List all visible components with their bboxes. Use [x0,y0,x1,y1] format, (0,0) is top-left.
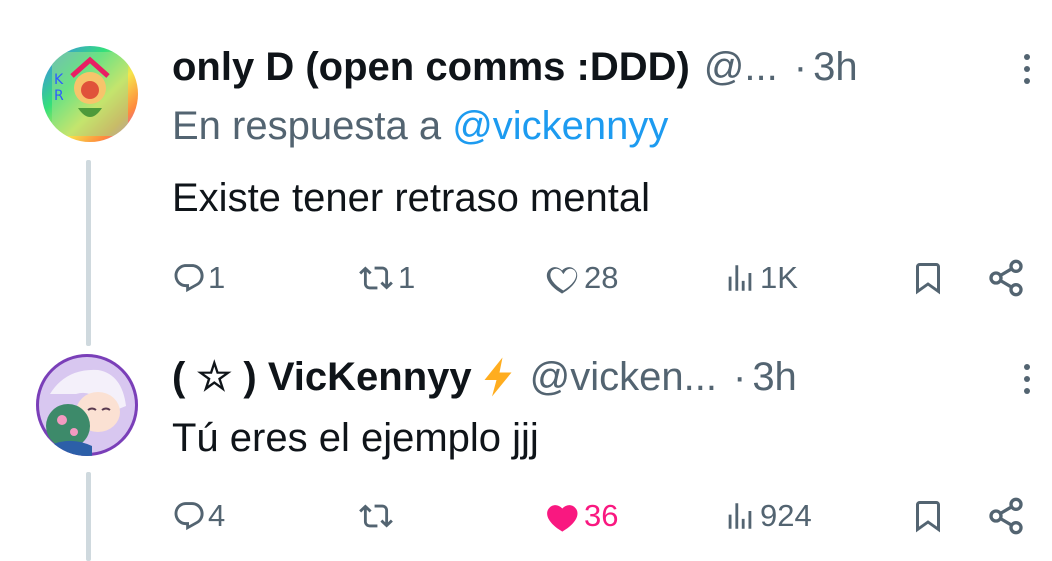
handle[interactable]: @vicken... [530,355,717,400]
bookmark-icon [916,501,940,533]
bookmark-button[interactable] [910,256,946,300]
views-chart-icon [728,265,752,291]
reply-to-mention[interactable]: @vickennyy [452,104,668,148]
avatar[interactable]: K R [42,46,138,142]
like-count: 28 [584,260,619,295]
tweet-text: Existe tener retraso mental [172,176,650,220]
timestamp[interactable]: 3h [813,45,858,90]
joker-card-avatar-icon: K R [42,46,138,142]
share-button[interactable] [986,256,1026,300]
display-name[interactable]: only D (open comms :DDD) [172,45,690,90]
bookmark-icon [916,263,940,295]
action-bar: 1 1 28 1K [0,256,1052,300]
reply-button[interactable]: 4 [172,494,225,538]
like-count: 36 [584,498,619,533]
tweet-1[interactable]: K R only D (open comms :DDD) @... · 3h E… [0,0,1052,330]
tweet-header: only D (open comms :DDD) @... · 3h [172,42,1032,92]
avatar[interactable] [36,354,138,456]
views-count: 1K [760,260,798,295]
like-button[interactable]: 28 [546,256,618,300]
svg-text:K: K [54,72,64,88]
repost-icon [359,266,393,290]
tweet-text: Tú eres el ejemplo jjj [172,416,539,460]
repost-button[interactable] [356,494,398,538]
reply-context: En respuesta a @vickennyy [172,104,668,149]
svg-text:R: R [54,88,64,104]
reply-icon [174,264,204,293]
action-bar: 4 36 924 [0,494,1052,538]
heart-filled-icon [547,505,578,532]
more-options-icon[interactable] [1022,54,1032,84]
repost-icon [359,504,393,528]
views-button[interactable]: 1K [722,256,798,300]
heart-icon [546,267,578,294]
repost-count: 1 [398,260,416,295]
views-count: 924 [760,498,812,533]
lightning-bolt-icon [480,356,516,398]
handle[interactable]: @... [704,45,778,90]
reply-count: 1 [208,260,226,295]
separator-dot: · [732,354,747,399]
share-icon [989,497,1023,535]
like-button[interactable]: 36 [546,494,618,538]
views-chart-icon [728,503,752,529]
reply-button[interactable]: 1 [172,256,225,300]
tweet-2[interactable]: ( ☆ ) VicKennyy @vicken... · 3h Tú eres … [0,330,1052,561]
share-icon [989,259,1023,297]
reply-icon [174,502,204,531]
reply-to-label: En respuesta a [172,104,442,148]
bookmark-button[interactable] [910,494,946,538]
display-name[interactable]: ( ☆ ) VicKennyy [172,354,472,400]
share-button[interactable] [986,494,1026,538]
views-button[interactable]: 924 [722,494,812,538]
more-options-icon[interactable] [1022,364,1032,394]
tweet-header: ( ☆ ) VicKennyy @vicken... · 3h [172,352,1032,402]
repost-button[interactable]: 1 [356,256,415,300]
separator-dot: · [793,44,808,89]
timestamp[interactable]: 3h [752,355,797,400]
anime-character-avatar-icon [36,354,138,456]
reply-count: 4 [208,498,226,533]
